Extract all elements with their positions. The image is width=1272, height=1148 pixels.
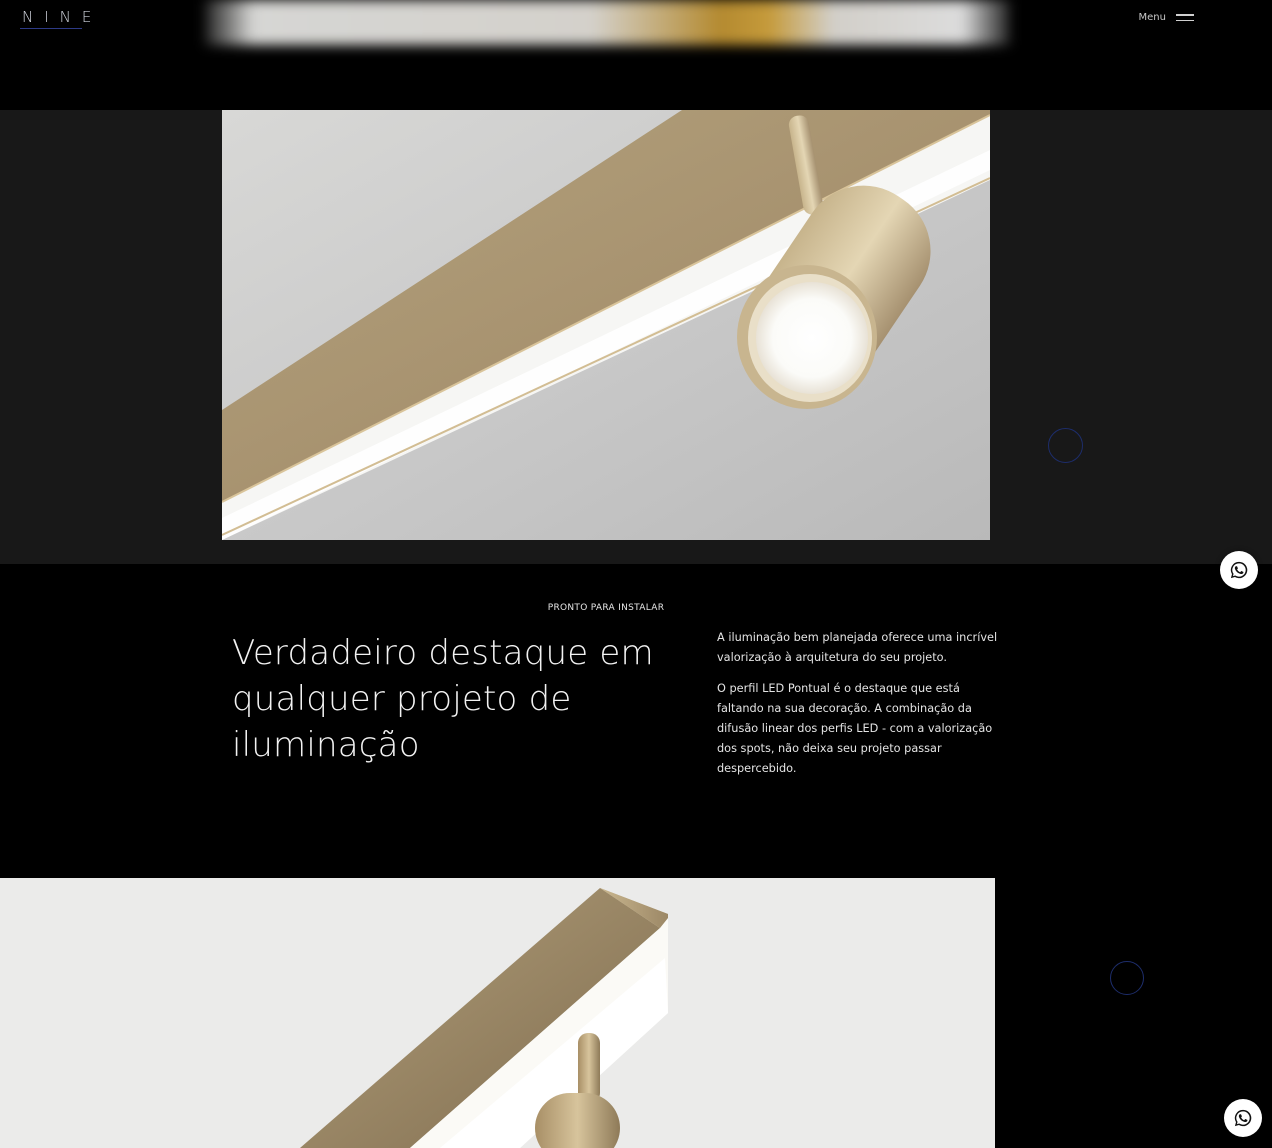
product-image-profile-spot — [0, 878, 995, 1148]
product-image-track-spot — [222, 110, 990, 540]
feature-paragraph-2: O perfil LED Pontual é o destaque que es… — [717, 682, 993, 775]
menu-label: Menu — [1138, 12, 1166, 23]
feature-headline: Verdadeiro destaque em qualquer projeto … — [232, 633, 654, 765]
logo[interactable]: NINE — [22, 8, 102, 26]
whatsapp-button[interactable] — [1224, 1099, 1262, 1137]
whatsapp-icon — [1230, 561, 1248, 579]
logo-underline — [20, 28, 82, 29]
menu-button[interactable]: Menu — [1139, 12, 1194, 23]
whatsapp-button[interactable] — [1220, 551, 1258, 589]
hamburger-icon — [1176, 14, 1194, 21]
blurred-image-edge — [205, 0, 1010, 45]
feature-paragraph-1: A iluminação bem planejada oferece uma i… — [717, 631, 998, 664]
cursor-ring-icon — [1110, 961, 1144, 995]
gallery-caption: PRONTO PARA INSTALAR — [547, 603, 665, 613]
cursor-ring-icon — [1048, 428, 1083, 463]
whatsapp-icon — [1234, 1109, 1252, 1127]
gallery-section: PRONTO PARA INSTALAR — [0, 110, 1272, 613]
